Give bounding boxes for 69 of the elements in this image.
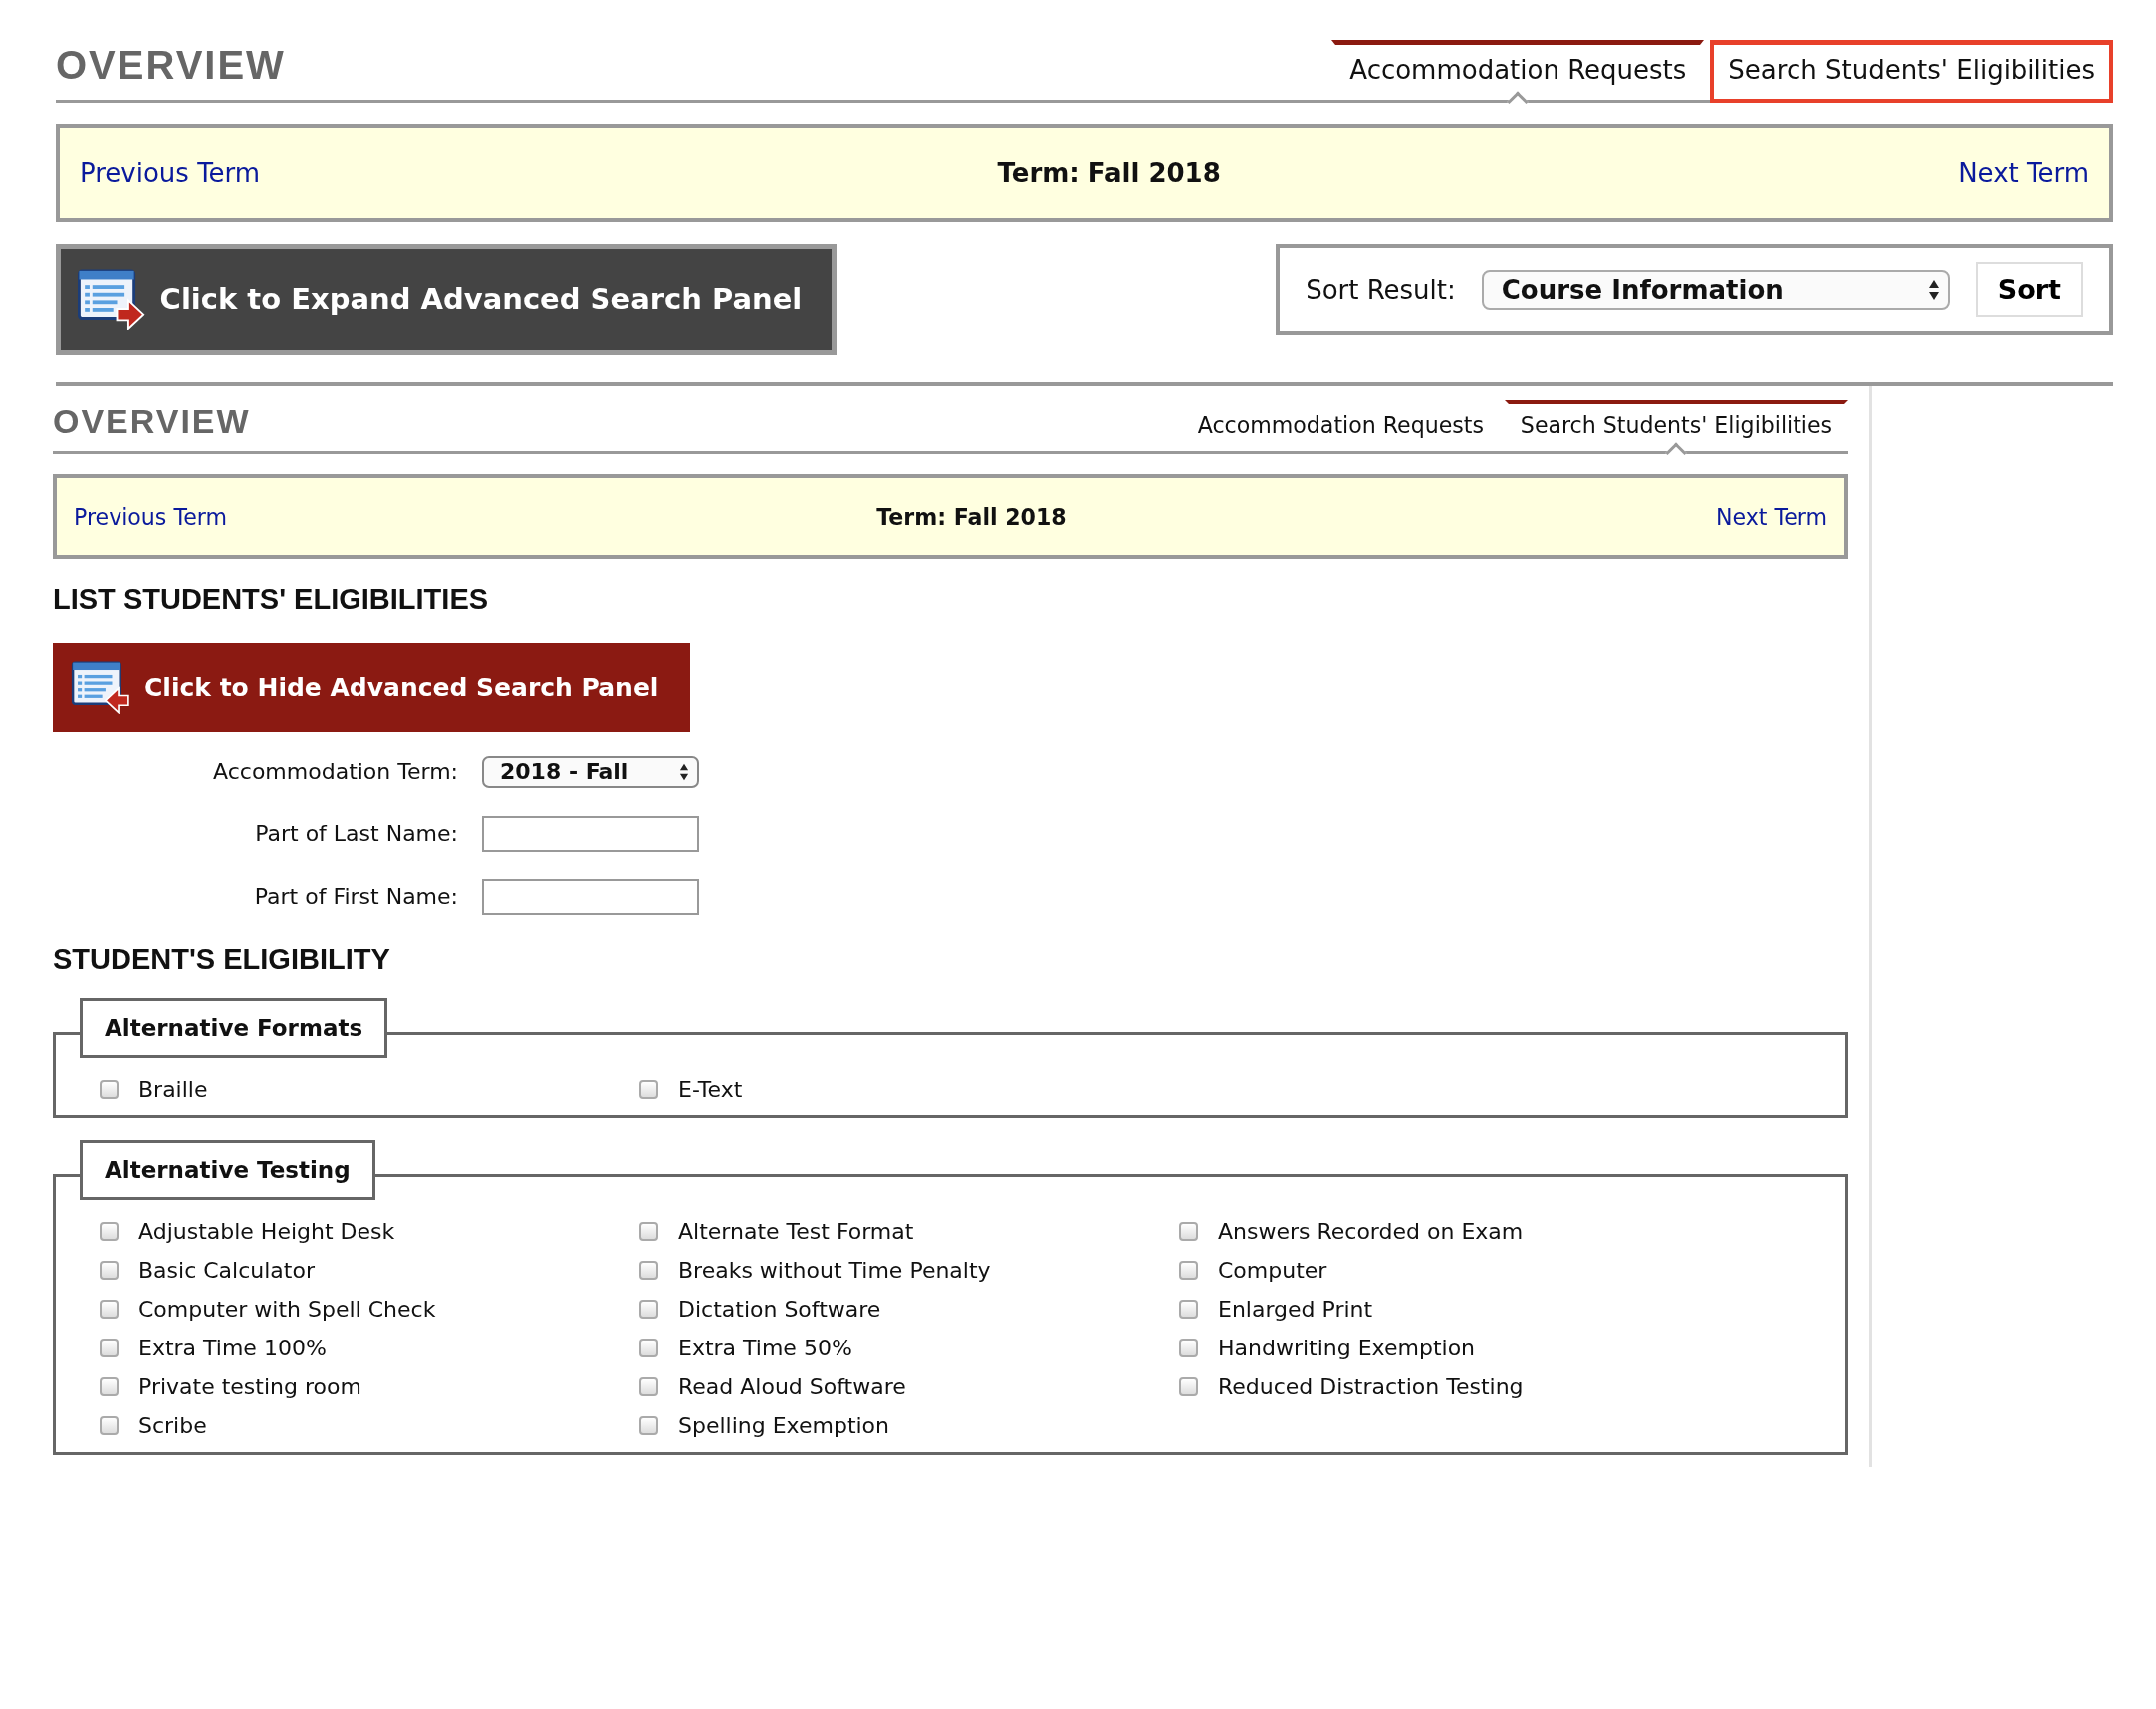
input-field[interactable] [482, 878, 699, 915]
checkbox[interactable] [639, 1299, 658, 1319]
checkbox-label: Reduced Distraction Testing [1218, 1373, 1524, 1399]
field-label: Accommodation Term: [212, 759, 458, 785]
checkbox[interactable] [639, 1338, 658, 1357]
checkbox-label: Private testing room [138, 1373, 361, 1399]
checkbox-label: Enlarged Print [1218, 1296, 1373, 1322]
checkbox-label: Adjustable Height Desk [138, 1218, 395, 1244]
checkbox-label: Alternate Test Format [678, 1218, 914, 1244]
checkbox-label: Answers Recorded on Exam [1218, 1218, 1524, 1244]
checkbox[interactable] [1179, 1299, 1198, 1319]
checkbox-label: Computer with Spell Check [138, 1296, 436, 1322]
checkbox-label: E-Text [678, 1076, 743, 1101]
checkbox-label: Basic Calculator [138, 1257, 315, 1283]
checkbox-label: Read Aloud Software [678, 1373, 906, 1399]
checkbox-label: Handwriting Exemption [1218, 1335, 1476, 1360]
checkbox[interactable] [639, 1260, 658, 1280]
field-label: Part of Last Name: [254, 821, 458, 847]
checkbox[interactable] [1179, 1260, 1198, 1280]
tab[interactable]: Search Students' Eligibilities [1710, 40, 2113, 103]
next-term-link[interactable]: Next Term [1715, 503, 1827, 530]
term-select[interactable]: 2018 - Fall [482, 755, 699, 788]
sort-select[interactable]: Course Information [1481, 269, 1950, 310]
checkbox-label: Spelling Exemption [678, 1412, 890, 1438]
sort-label: Sort Result: [1306, 274, 1456, 305]
checkbox[interactable] [639, 1376, 658, 1396]
advanced-search-toggle-button[interactable]: Click to Hide Advanced Search Panel [53, 643, 691, 732]
checkbox[interactable] [100, 1260, 119, 1280]
checkbox[interactable] [100, 1221, 119, 1241]
checkbox-label: Scribe [138, 1412, 207, 1438]
checkbox[interactable] [100, 1415, 119, 1435]
checkbox[interactable] [1179, 1221, 1198, 1241]
tab[interactable]: Accommodation Requests [1331, 40, 1705, 103]
section-heading: LIST STUDENTS' ELIGIBILITIES [53, 583, 490, 616]
field-label: Part of First Name: [253, 884, 458, 910]
group-legend: Alternative Formats [80, 997, 388, 1058]
next-term-link[interactable]: Next Term [1958, 158, 2089, 188]
checkbox-label: Breaks without Time Penalty [678, 1257, 991, 1283]
term-label: Term: Fall 2018 [997, 158, 1221, 188]
previous-term-link[interactable]: Previous Term [74, 503, 227, 530]
checkbox-label: Braille [138, 1076, 208, 1101]
sort-button[interactable]: Sort [1975, 262, 2083, 317]
term-label: Term: Fall 2018 [876, 503, 1067, 530]
checkbox[interactable] [639, 1415, 658, 1435]
checkbox[interactable] [100, 1299, 119, 1319]
checkbox-label: Extra Time 50% [678, 1335, 852, 1360]
previous-term-link[interactable]: Previous Term [80, 158, 261, 188]
checkbox[interactable] [1179, 1376, 1198, 1396]
checkbox[interactable] [100, 1376, 119, 1396]
checkbox-label: Extra Time 100% [138, 1335, 327, 1360]
checkbox[interactable] [639, 1221, 658, 1241]
checkbox[interactable] [1179, 1338, 1198, 1357]
list-window-icon [77, 269, 146, 330]
checkbox-label: Computer [1218, 1257, 1327, 1283]
group-legend: Alternative Testing [80, 1139, 375, 1200]
checkbox[interactable] [639, 1079, 658, 1099]
page-title: OVERVIEW [56, 43, 286, 89]
up-down-arrows-icon [679, 762, 689, 781]
section-heading: STUDENT'S ELIGIBILITY [53, 942, 391, 976]
checkbox-label: Dictation Software [678, 1296, 881, 1322]
advanced-search-toggle-button[interactable]: Click to Expand Advanced Search Panel [56, 244, 838, 355]
checkbox[interactable] [100, 1338, 119, 1357]
input-field[interactable] [482, 815, 699, 852]
tab[interactable]: Accommodation Requests [1181, 399, 1500, 455]
page-title: OVERVIEW [53, 402, 251, 443]
tab[interactable]: Search Students' Eligibilities [1504, 399, 1848, 455]
list-window-icon [71, 661, 130, 714]
checkbox[interactable] [100, 1079, 119, 1099]
up-down-arrows-icon [1927, 278, 1940, 301]
